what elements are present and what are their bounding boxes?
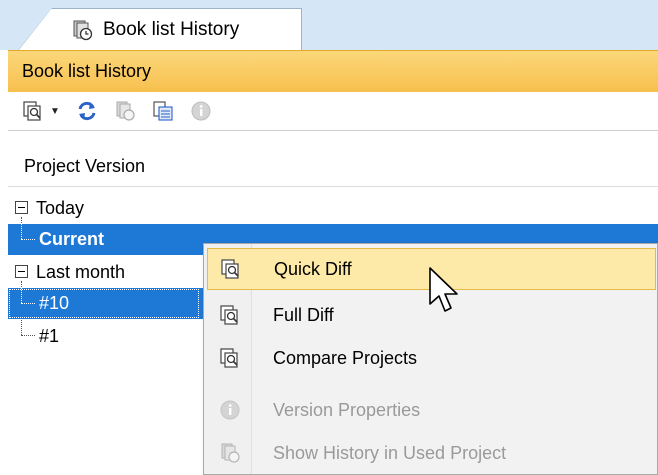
tree-node-label: Today [36,198,85,218]
menu-item-label: Show History in Used Project [273,442,507,463]
report-button[interactable] [152,97,174,125]
compare-icon [219,347,241,369]
panel-title: Book list History [8,50,658,92]
menu-item-compare-projects[interactable]: Compare Projects [207,337,656,379]
tree-node-label: #10 [39,293,70,313]
collapse-icon[interactable] [15,265,28,278]
menu-item-show-history-in-used-project[interactable]: Show History in Used Project [207,432,656,474]
menu-item-label: Full Diff [273,304,334,325]
collapse-icon[interactable] [15,201,28,214]
tree-node-label: Last month [36,262,126,282]
compare-dropdown-button[interactable]: ▼ [22,97,60,125]
tab-book-list-history[interactable]: Book list History [18,8,302,51]
compare-icon [219,304,241,326]
tree-node-label: #1 [39,326,60,346]
menu-item-label: Compare Projects [273,347,418,368]
info-button[interactable] [190,97,212,125]
mouse-cursor-icon [429,267,458,312]
tree-node-today[interactable]: Today [8,193,658,224]
tab-strip: Book list History [0,0,658,51]
tree-connector [21,239,35,240]
toolbar: ▼ [8,92,658,130]
menu-item-label: Version Properties [273,399,421,420]
history-button[interactable] [114,97,136,125]
tree-connector [21,224,22,239]
panel-title-text: Book list History [22,61,152,81]
compare-icon [22,100,44,122]
history-icon [71,19,93,41]
report-icon [152,100,174,122]
history-icon [114,100,136,122]
column-header-label: Project Version [24,156,146,176]
tree-node-label: Current [39,229,105,249]
info-icon [219,399,241,421]
refresh-icon [76,100,98,122]
info-icon [190,100,212,122]
column-header-project-version[interactable]: Project Version [8,147,658,187]
compare-icon [220,258,242,280]
tab-label: Book list History [103,19,240,40]
history-icon [219,442,241,464]
menu-item-label: Quick Diff [274,258,352,279]
refresh-button[interactable] [76,97,98,125]
focus-rectangle [9,289,199,318]
menu-item-version-properties[interactable]: Version Properties [207,389,656,431]
chevron-down-icon[interactable]: ▼ [50,106,60,117]
